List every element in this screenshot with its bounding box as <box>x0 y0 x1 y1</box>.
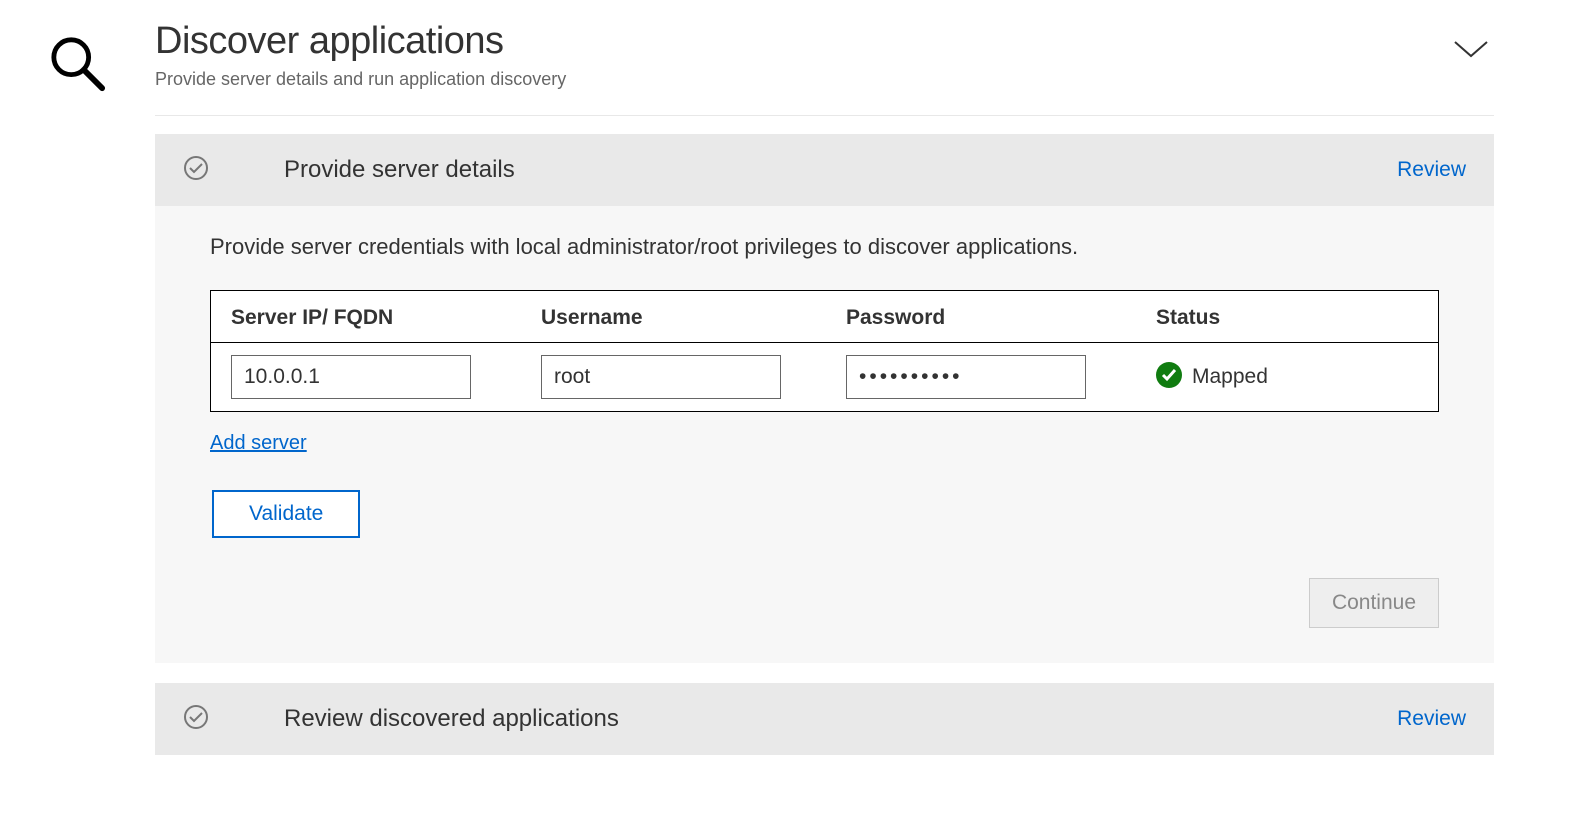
collapse-toggle[interactable] <box>1453 20 1494 65</box>
section-review-discovered-applications: Review discovered applications Review <box>155 683 1494 755</box>
instruction-text: Provide server credentials with local ad… <box>210 234 1439 260</box>
section-title: Review discovered applications <box>284 705 1397 733</box>
section-title: Provide server details <box>284 156 1397 184</box>
section-header: Review discovered applications Review <box>155 683 1494 755</box>
page-title: Discover applications <box>155 20 566 63</box>
page-header: Discover applications Provide server det… <box>155 20 1494 116</box>
server-table: Server IP/ FQDN Username Password Status <box>210 290 1439 412</box>
column-header-password: Password <box>846 306 1156 330</box>
review-link[interactable]: Review <box>1397 707 1466 731</box>
status-text: Mapped <box>1192 365 1268 389</box>
section-provide-server-details: Provide server details Review Provide se… <box>155 134 1494 663</box>
validate-button[interactable]: Validate <box>212 490 360 538</box>
column-header-status: Status <box>1156 306 1418 330</box>
column-header-username: Username <box>541 306 846 330</box>
column-header-ip: Server IP/ FQDN <box>231 306 541 330</box>
status-badge: Mapped <box>1156 362 1268 393</box>
server-ip-input[interactable] <box>231 355 471 399</box>
search-icon <box>49 35 107 775</box>
section-body: Provide server credentials with local ad… <box>155 206 1494 663</box>
table-row: •••••••••• Mapped <box>211 343 1438 411</box>
section-header: Provide server details Review <box>155 134 1494 206</box>
check-success-icon <box>1156 362 1182 393</box>
check-circle-icon <box>183 704 284 735</box>
continue-button[interactable]: Continue <box>1309 578 1439 628</box>
page-subtitle: Provide server details and run applicati… <box>155 69 566 90</box>
review-link[interactable]: Review <box>1397 158 1466 182</box>
check-circle-icon <box>183 155 284 186</box>
add-server-link[interactable]: Add server <box>210 432 307 455</box>
username-input[interactable] <box>541 355 781 399</box>
chevron-down-icon <box>1453 40 1489 60</box>
password-input[interactable]: •••••••••• <box>846 355 1086 399</box>
table-header-row: Server IP/ FQDN Username Password Status <box>211 291 1438 343</box>
